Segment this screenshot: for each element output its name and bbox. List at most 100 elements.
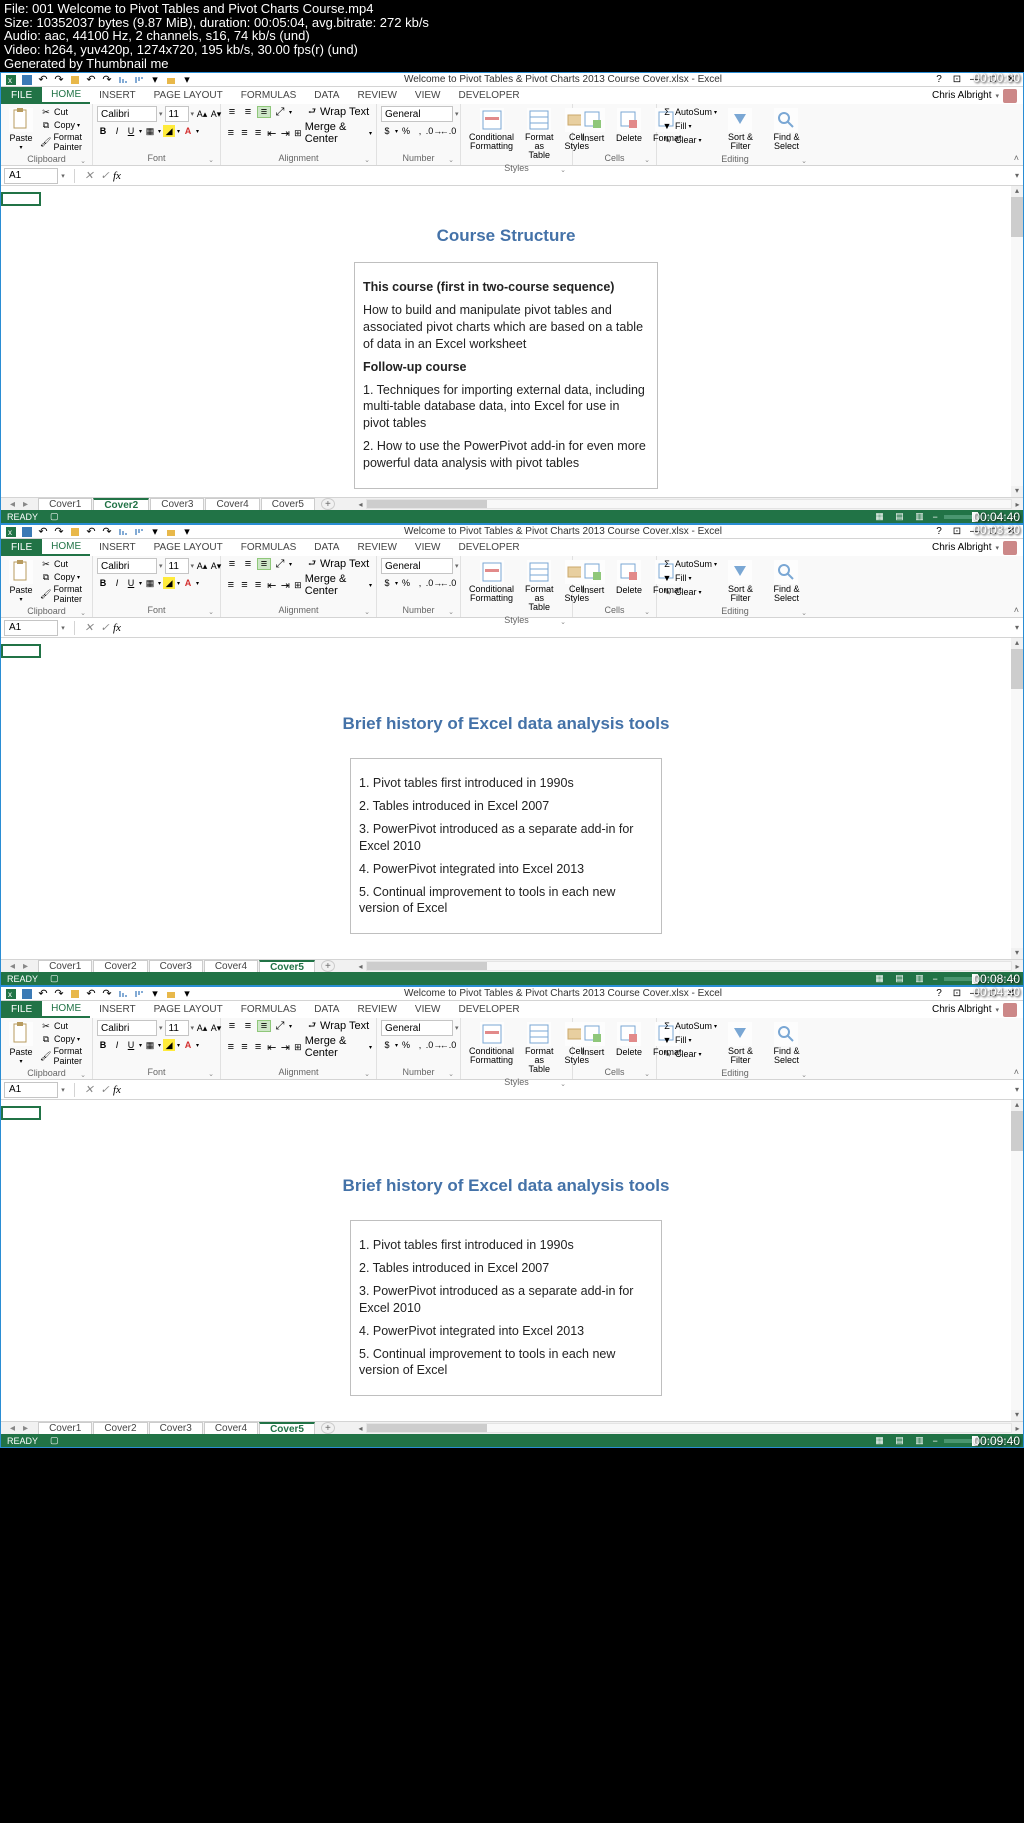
view-page-break-icon[interactable]: ▥: [912, 973, 926, 984]
italic-button[interactable]: I: [111, 125, 123, 137]
font-name-selector[interactable]: Calibri: [97, 106, 157, 122]
expand-formula-bar-icon[interactable]: ▾: [1011, 623, 1023, 632]
sort-filter-button[interactable]: Sort & Filter: [720, 106, 761, 153]
font-color-icon[interactable]: A: [182, 1039, 194, 1051]
worksheet-grid[interactable]: Brief history of Excel data analysis too…: [1, 638, 1011, 959]
clear-button[interactable]: ✎Clear▾: [661, 134, 717, 146]
fx-icon[interactable]: fx: [113, 622, 129, 634]
ribbon-display-options-icon[interactable]: ⊡: [951, 75, 963, 85]
percent-icon[interactable]: %: [400, 577, 412, 589]
font-name-selector[interactable]: Calibri: [97, 558, 157, 574]
increase-font-icon[interactable]: A▴: [196, 560, 208, 572]
collapse-ribbon-icon[interactable]: ˄: [1014, 153, 1019, 163]
qat-sort-asc-icon[interactable]: [117, 74, 129, 86]
help-button[interactable]: ?: [933, 989, 945, 999]
vscroll-thumb[interactable]: [1011, 649, 1023, 689]
accounting-icon[interactable]: $: [381, 125, 393, 137]
sheet-tab-cover2[interactable]: Cover2: [93, 1422, 147, 1435]
cancel-formula-icon[interactable]: ✕: [81, 1083, 97, 1096]
merge-center-button[interactable]: Merge & Center: [305, 121, 367, 145]
vscroll-track[interactable]: [1011, 1111, 1023, 1410]
zoom-out-button[interactable]: −: [932, 974, 937, 984]
name-box[interactable]: A1: [4, 620, 58, 636]
comma-icon[interactable]: ,: [414, 125, 426, 137]
scroll-up-icon[interactable]: ▴: [1011, 1100, 1023, 1111]
sheet-tab-cover2[interactable]: Cover2: [93, 498, 149, 511]
number-format-dropdown-icon[interactable]: ▾: [455, 110, 459, 118]
scroll-left-icon[interactable]: ◂: [355, 962, 366, 971]
tab-view[interactable]: VIEW: [406, 539, 450, 556]
fx-icon[interactable]: fx: [113, 170, 129, 182]
new-sheet-button[interactable]: +: [321, 960, 335, 972]
sheet-tab-cover3[interactable]: Cover3: [149, 960, 203, 973]
scroll-down-icon[interactable]: ▾: [1011, 948, 1023, 959]
paste-button[interactable]: Paste▾: [5, 106, 37, 153]
hscroll-thumb[interactable]: [367, 1424, 487, 1432]
horizontal-scrollbar[interactable]: ◂ ▸: [355, 961, 1023, 971]
name-box-dropdown-icon[interactable]: ▾: [58, 1086, 68, 1094]
user-dropdown-icon[interactable]: ▾: [995, 544, 999, 552]
tab-data[interactable]: DATA: [305, 539, 348, 556]
user-name[interactable]: Chris Albright: [932, 90, 991, 101]
qat-dropdown-icon[interactable]: ▾: [181, 526, 193, 538]
qat-sort-asc-icon[interactable]: [117, 988, 129, 1000]
view-page-break-icon[interactable]: ▥: [912, 1435, 926, 1446]
number-format-selector[interactable]: General: [381, 558, 453, 574]
delete-cells-button[interactable]: Delete: [612, 106, 646, 145]
file-tab[interactable]: FILE: [1, 87, 42, 104]
scroll-down-icon[interactable]: ▾: [1011, 1410, 1023, 1421]
align-left-icon[interactable]: ≡: [225, 1041, 237, 1053]
paste-button[interactable]: Paste▾: [5, 1020, 37, 1067]
file-tab[interactable]: FILE: [1, 1001, 42, 1018]
decrease-indent-icon[interactable]: ⇤: [266, 1041, 278, 1053]
clear-button[interactable]: ✎Clear▾: [661, 1048, 717, 1060]
tab-developer[interactable]: DEVELOPER: [449, 539, 528, 556]
tab-view[interactable]: VIEW: [406, 87, 450, 104]
delete-cells-button[interactable]: Delete: [612, 558, 646, 597]
format-as-table-button[interactable]: Format as Table: [521, 106, 558, 162]
italic-button[interactable]: I: [111, 1039, 123, 1051]
view-normal-icon[interactable]: ▦: [872, 1435, 886, 1446]
worksheet-area[interactable]: Course Structure This course (first in t…: [1, 186, 1023, 497]
increase-font-icon[interactable]: A▴: [196, 108, 208, 120]
insert-cells-button[interactable]: Insert: [577, 106, 609, 145]
sheet-tab-cover5[interactable]: Cover5: [259, 1422, 315, 1435]
font-name-dropdown-icon[interactable]: ▾: [159, 110, 163, 118]
orientation-icon[interactable]: ⤢: [273, 558, 287, 570]
view-page-layout-icon[interactable]: ▤: [892, 511, 906, 522]
ribbon-display-options-icon[interactable]: ⊡: [951, 989, 963, 999]
fill-button[interactable]: ▼Fill▾: [661, 572, 717, 584]
comma-icon[interactable]: ,: [414, 1039, 426, 1051]
user-avatar[interactable]: [1003, 1003, 1017, 1017]
worksheet-grid[interactable]: Brief history of Excel data analysis too…: [1, 1100, 1011, 1421]
user-dropdown-icon[interactable]: ▾: [995, 92, 999, 100]
qat-btn[interactable]: [69, 74, 81, 86]
view-normal-icon[interactable]: ▦: [872, 511, 886, 522]
format-painter-button[interactable]: 🖌Format Painter: [40, 1046, 88, 1066]
autosum-button[interactable]: ΣAutoSum▾: [661, 558, 717, 570]
vertical-scrollbar[interactable]: ▴ ▾: [1011, 1100, 1023, 1421]
user-name[interactable]: Chris Albright: [932, 542, 991, 553]
file-tab[interactable]: FILE: [1, 539, 42, 556]
help-button[interactable]: ?: [933, 75, 945, 85]
number-format-selector[interactable]: General: [381, 1020, 453, 1036]
align-bottom-icon[interactable]: ≡: [257, 558, 271, 570]
tab-formulas[interactable]: FORMULAS: [232, 87, 306, 104]
new-sheet-button[interactable]: +: [321, 498, 335, 510]
hscroll-track[interactable]: [366, 499, 1012, 509]
scroll-left-icon[interactable]: ◂: [355, 500, 366, 509]
qat-folder-icon[interactable]: [165, 74, 177, 86]
font-name-selector[interactable]: Calibri: [97, 1020, 157, 1036]
qat-dropdown-icon[interactable]: ▾: [181, 74, 193, 86]
tab-nav-first-icon[interactable]: ◂: [7, 961, 18, 972]
sheet-tab-cover5[interactable]: Cover5: [259, 960, 315, 973]
font-size-dropdown-icon[interactable]: ▾: [191, 562, 195, 570]
scroll-down-icon[interactable]: ▾: [1011, 486, 1023, 497]
qat-undo-icon[interactable]: ↶: [37, 988, 49, 1000]
find-select-button[interactable]: Find & Select: [764, 558, 809, 605]
qat-redo-icon[interactable]: ↷: [53, 74, 65, 86]
tab-data[interactable]: DATA: [305, 1001, 348, 1018]
increase-decimal-icon[interactable]: .0→: [428, 1039, 440, 1051]
tab-insert[interactable]: INSERT: [90, 87, 145, 104]
sheet-tab-cover3[interactable]: Cover3: [149, 1422, 203, 1435]
